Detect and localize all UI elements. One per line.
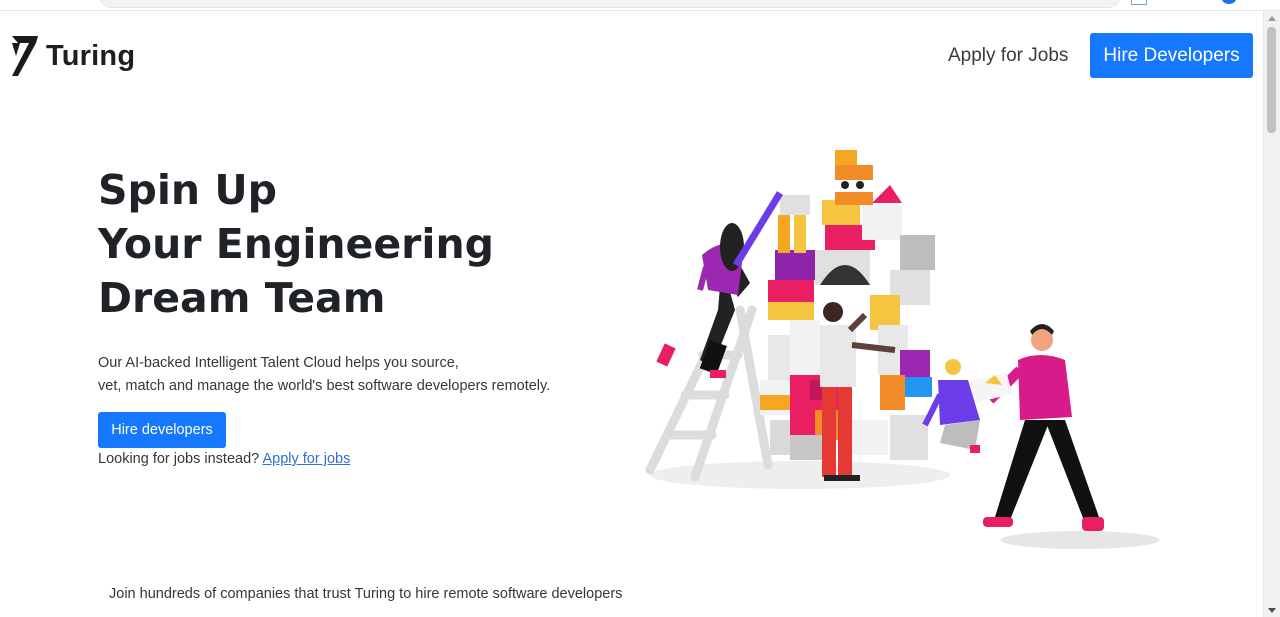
- apply-prompt-text: Looking for jobs instead?: [98, 451, 260, 467]
- hero-title-line: Dream Team: [98, 274, 386, 322]
- page-scrollbar[interactable]: [1263, 11, 1280, 617]
- apply-prompt: Looking for jobs instead? Apply for jobs: [98, 451, 350, 467]
- hero-title-line: Spin Up: [98, 166, 278, 214]
- hero-description: Our AI-backed Intelligent Talent Cloud h…: [98, 352, 598, 398]
- trust-statement: Join hundreds of companies that trust Tu…: [109, 586, 623, 602]
- scroll-up-arrow-icon[interactable]: [1268, 16, 1276, 21]
- address-bar[interactable]: [100, 0, 1120, 8]
- team-building-blocks-illustration: [645, 150, 1160, 549]
- kneeling-person: [922, 359, 980, 453]
- scroll-down-arrow-icon[interactable]: [1268, 608, 1276, 613]
- nav-apply-for-jobs-link[interactable]: Apply for Jobs: [948, 45, 1068, 67]
- turing-logo[interactable]: Turing: [10, 33, 135, 79]
- hero-title: Spin Up Your Engineering Dream Team: [98, 163, 494, 325]
- walking-man: [969, 324, 1104, 531]
- hero-description-line: vet, match and manage the world's best s…: [98, 378, 551, 394]
- nav-hire-developers-button[interactable]: Hire Developers: [1090, 33, 1253, 78]
- hero-title-line: Your Engineering: [98, 220, 494, 268]
- hire-developers-button[interactable]: Hire developers: [98, 412, 226, 448]
- apply-for-jobs-link[interactable]: Apply for jobs: [262, 451, 350, 467]
- woman-on-ladder: [656, 191, 783, 378]
- extension-icon[interactable]: [1131, 0, 1147, 5]
- profile-icon[interactable]: [1222, 0, 1236, 4]
- turing-logo-icon: [12, 36, 38, 76]
- browser-chrome: [0, 0, 1280, 11]
- brand-wordmark: Turing: [46, 39, 136, 72]
- hero-description-line: Our AI-backed Intelligent Talent Cloud h…: [98, 355, 459, 371]
- scrollbar-thumb[interactable]: [1267, 27, 1276, 133]
